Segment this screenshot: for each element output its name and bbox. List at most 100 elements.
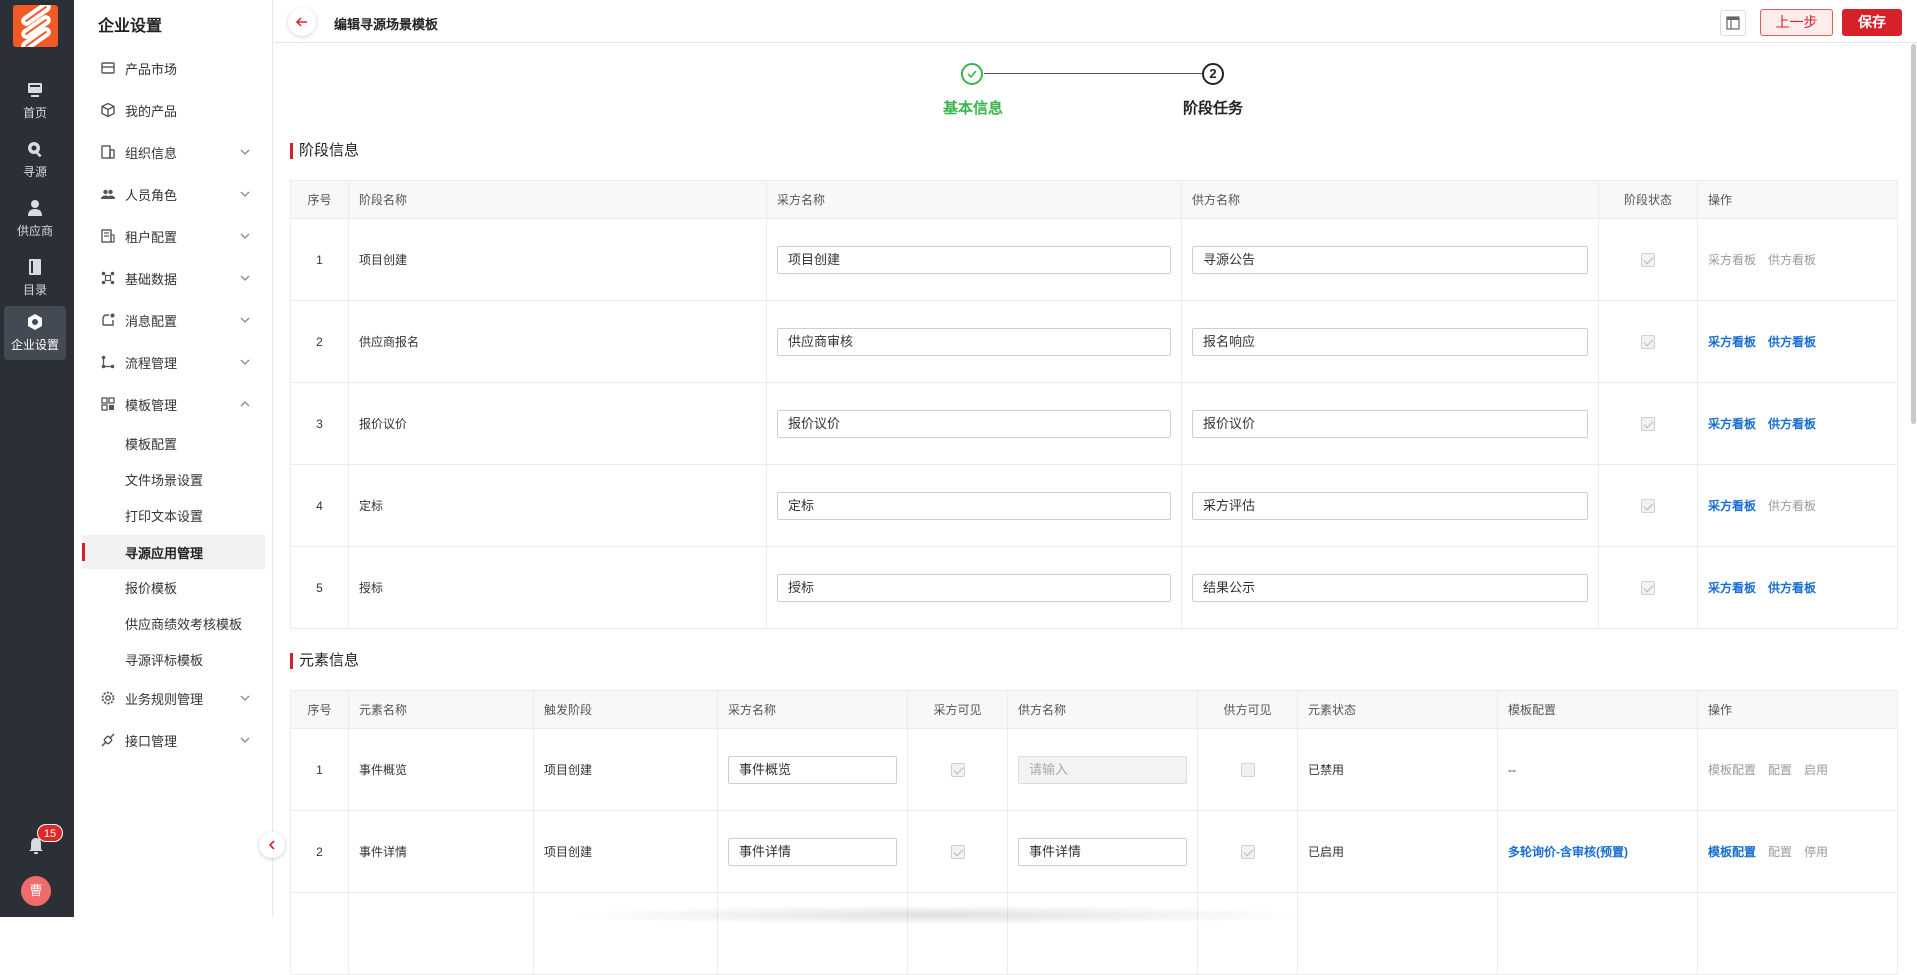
submenu-bid-evaluation[interactable]: 寻源评标模板: [74, 642, 273, 676]
element-table: 序号 元素名称 触发阶段 采方名称 采方可见 供方名称 供方可见 元素状态 模板…: [290, 690, 1898, 975]
supplier-board-link[interactable]: 供方看板: [1768, 499, 1816, 513]
supplier-name-input[interactable]: 采方评估: [1192, 491, 1588, 520]
rail-item-catalog[interactable]: 目录: [4, 251, 66, 305]
buyer-board-link[interactable]: 采方看板: [1708, 581, 1756, 595]
collapse-sidebar-button[interactable]: [259, 832, 285, 858]
supplier-visible-checkbox[interactable]: [1240, 762, 1255, 777]
buyer-board-link[interactable]: 采方看板: [1708, 335, 1756, 349]
submenu-supplier-performance[interactable]: 供应商绩效考核模板: [74, 606, 273, 640]
supplier-name-input[interactable]: 寻源公告: [1192, 245, 1588, 274]
buyer-name-input[interactable]: 项目创建: [777, 245, 1171, 274]
submenu-file-scene[interactable]: 文件场景设置: [74, 462, 273, 496]
app-rail: 首页 寻源 供应商 目录 企业设置 15 曹: [0, 0, 74, 917]
step-2-label[interactable]: 阶段任务: [1180, 97, 1246, 118]
table-row: 3 报价议价 报价议价 报价议价 采方看板 供方看板: [290, 382, 1898, 465]
template-icon: [101, 397, 115, 411]
stage-status-checkbox[interactable]: [1641, 334, 1655, 349]
sidebar-item-message-config[interactable]: 消息配置: [74, 302, 273, 338]
supplier-visible-checkbox[interactable]: [1240, 844, 1255, 859]
save-button[interactable]: 保存: [1842, 9, 1902, 36]
chevron-up-icon: [240, 401, 250, 407]
supplier-name-input[interactable]: 事件详情: [1018, 837, 1187, 866]
supplier-name-input[interactable]: 报价议价: [1192, 409, 1588, 438]
prev-step-button[interactable]: 上一步: [1760, 9, 1833, 36]
column-header: 元素名称: [348, 690, 534, 729]
rail-item-enterprise-settings[interactable]: 企业设置: [4, 306, 66, 360]
column-header: 供方可见: [1197, 690, 1298, 729]
rail-item-sourcing[interactable]: 寻源: [4, 133, 66, 187]
supplier-board-link[interactable]: 供方看板: [1768, 417, 1816, 431]
buyer-board-link[interactable]: 采方看板: [1708, 253, 1756, 267]
sidebar-item-label: 消息配置: [125, 313, 178, 329]
scrollbar[interactable]: [1911, 44, 1916, 424]
buyer-name-input[interactable]: 供应商审核: [777, 327, 1171, 356]
check-icon: [967, 70, 977, 79]
config-link[interactable]: 配置: [1768, 763, 1792, 777]
layout-toggle-button[interactable]: [1720, 10, 1746, 36]
stage-status-checkbox[interactable]: [1641, 498, 1655, 513]
supplier-name-input[interactable]: 报名响应: [1192, 327, 1588, 356]
sidebar-item-label: 流程管理: [125, 355, 178, 371]
app-logo[interactable]: [13, 5, 58, 47]
sidebar-item-base-data[interactable]: 基础数据: [74, 260, 273, 296]
template-config-link[interactable]: 模板配置: [1708, 845, 1756, 859]
rail-item-home[interactable]: 首页: [4, 74, 66, 128]
sidebar-item-process-mgmt[interactable]: 流程管理: [74, 344, 273, 380]
buyer-board-link[interactable]: 采方看板: [1708, 417, 1756, 431]
sidebar-item-org-info[interactable]: 组织信息: [74, 134, 273, 170]
row-number: 1: [290, 218, 349, 301]
config-link[interactable]: 配置: [1768, 845, 1792, 859]
supplier-board-link[interactable]: 供方看板: [1768, 335, 1816, 349]
buyer-board-link[interactable]: 采方看板: [1708, 499, 1756, 513]
stage-status-checkbox[interactable]: [1641, 416, 1655, 431]
stage-status-checkbox[interactable]: [1641, 252, 1655, 267]
avatar[interactable]: 曹: [21, 876, 51, 906]
settings-sidebar: 企业设置 产品市场 我的产品 组织信息 人员角色 租户配置 基础数据 消息配置 …: [74, 0, 273, 917]
step-1-label[interactable]: 基本信息: [940, 97, 1006, 118]
stage-status-checkbox[interactable]: [1641, 580, 1655, 595]
buyer-visible-checkbox[interactable]: [950, 844, 965, 859]
buyer-name-input[interactable]: 事件概览: [728, 755, 897, 784]
stage-section-title: 阶段信息: [290, 143, 359, 159]
template-config-link[interactable]: 多轮询价-含审核(预置): [1508, 845, 1628, 859]
submenu-quote-template[interactable]: 报价模板: [74, 570, 273, 604]
column-header: 采方名称: [766, 180, 1182, 219]
back-button[interactable]: [288, 8, 316, 36]
table-row: 4 定标 定标 采方评估 采方看板 供方看板: [290, 464, 1898, 547]
sidebar-item-my-products[interactable]: 我的产品: [74, 92, 273, 128]
arrow-left-icon: [295, 17, 307, 27]
disable-link[interactable]: 停用: [1804, 845, 1828, 859]
buyer-name-input[interactable]: 定标: [777, 491, 1171, 520]
supplier-board-link[interactable]: 供方看板: [1768, 581, 1816, 595]
cube-icon: [101, 102, 115, 118]
element-status: 已启用: [1297, 810, 1498, 893]
submenu-print-text[interactable]: 打印文本设置: [74, 498, 273, 532]
sidebar-item-business-rules[interactable]: 业务规则管理: [74, 680, 273, 716]
rail-item-supplier[interactable]: 供应商: [4, 192, 66, 246]
buyer-name-input[interactable]: 事件详情: [728, 837, 897, 866]
sidebar-item-tenant-config[interactable]: 租户配置: [74, 218, 273, 254]
step-connector: [984, 73, 1202, 74]
row-number: 1: [290, 728, 349, 811]
supplier-board-link[interactable]: 供方看板: [1768, 253, 1816, 267]
supplier-name-input[interactable]: 请输入: [1018, 755, 1187, 784]
element-name: 事件详情: [348, 810, 534, 893]
table-header-row: 序号 阶段名称 采方名称 供方名称 阶段状态 操作: [290, 180, 1898, 219]
submenu-template-config[interactable]: 模板配置: [74, 426, 273, 460]
search-icon: [28, 142, 42, 158]
rail-label: 供应商: [16, 224, 53, 238]
sidebar-item-label: 人员角色: [125, 187, 178, 203]
buyer-visible-checkbox[interactable]: [950, 762, 965, 777]
supplier-name-input[interactable]: 结果公示: [1192, 573, 1588, 602]
template-config-link[interactable]: 模板配置: [1708, 763, 1756, 777]
sidebar-item-interface-mgmt[interactable]: 接口管理: [74, 722, 273, 758]
chevron-down-icon: [240, 317, 250, 323]
sidebar-item-personnel-roles[interactable]: 人员角色: [74, 176, 273, 212]
sidebar-item-template-mgmt[interactable]: 模板管理: [74, 386, 273, 422]
buyer-name-input[interactable]: 授标: [777, 573, 1171, 602]
chevron-down-icon: [240, 737, 250, 743]
sidebar-item-product-market[interactable]: 产品市场: [74, 50, 273, 86]
buyer-name-input[interactable]: 报价议价: [777, 409, 1171, 438]
submenu-sourcing-app-mgmt[interactable]: 寻源应用管理: [82, 535, 265, 569]
enable-link[interactable]: 启用: [1804, 763, 1828, 777]
